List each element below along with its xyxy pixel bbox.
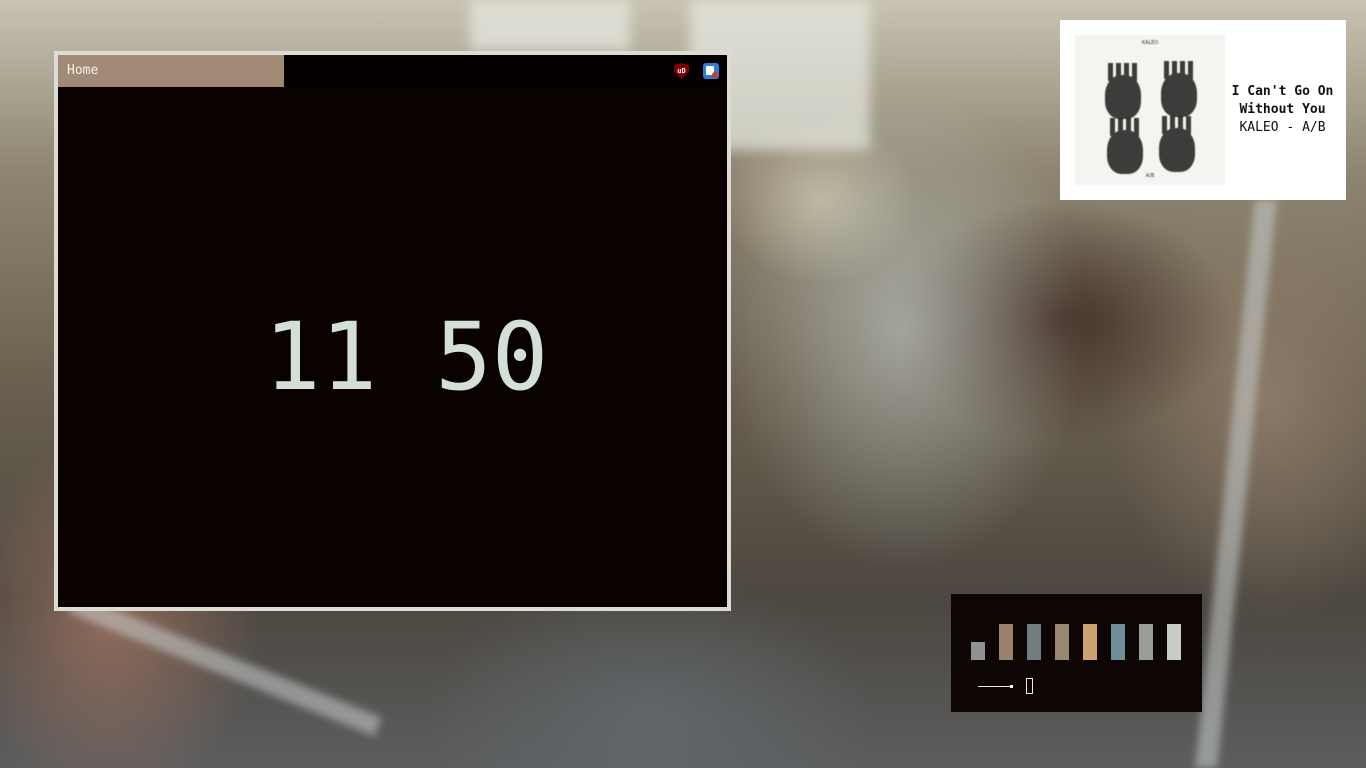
tab-home[interactable]: Home xyxy=(58,55,284,87)
browser-content: Home uD 11 50 xyxy=(58,55,727,607)
palette-swatch xyxy=(999,624,1013,660)
tab-bar: Home uD xyxy=(58,55,727,87)
wallpaper-pole xyxy=(68,593,382,737)
clock: 11 50 xyxy=(264,303,548,412)
wallpaper-window-light xyxy=(470,0,630,50)
extension-icons: uD xyxy=(674,63,719,79)
extension-icon[interactable] xyxy=(703,63,719,79)
ublock-origin-icon[interactable]: uD xyxy=(674,63,689,79)
album-art: KALEO A/B xyxy=(1075,35,1225,185)
palette-swatch xyxy=(1055,624,1069,660)
hand-print-icon xyxy=(1159,116,1195,172)
palette-swatch xyxy=(1111,624,1125,660)
arrow-icon xyxy=(978,685,1013,688)
track-artist-album: KALEO - A/B xyxy=(1239,120,1326,135)
tab-label: Home xyxy=(67,63,99,78)
hand-print-icon xyxy=(1161,61,1197,117)
track-meta: I Can't Go On Without You KALEO - A/B xyxy=(1225,83,1346,137)
hand-print-icon xyxy=(1107,118,1143,174)
palette-swatch xyxy=(1167,624,1181,660)
browser-window: Home uD 11 50 xyxy=(54,51,731,611)
clock-hours: 11 xyxy=(264,303,378,412)
palette-swatch xyxy=(1139,624,1153,660)
palette-swatch xyxy=(1083,624,1097,660)
wallpaper-pole xyxy=(1195,200,1277,768)
clock-minutes: 50 xyxy=(435,303,549,412)
color-palette-widget xyxy=(951,594,1202,712)
palette-swatch xyxy=(971,642,985,660)
album-art-band: KALEO xyxy=(1141,40,1159,46)
album-art-title: A/B xyxy=(1145,173,1155,179)
now-playing-widget: KALEO A/B I Can't Go On Without You KALE… xyxy=(1060,20,1346,200)
track-title: I Can't Go On Without You xyxy=(1231,84,1334,117)
hand-print-icon xyxy=(1105,63,1141,119)
palette-swatch xyxy=(1027,624,1041,660)
text-cursor xyxy=(1026,678,1033,694)
